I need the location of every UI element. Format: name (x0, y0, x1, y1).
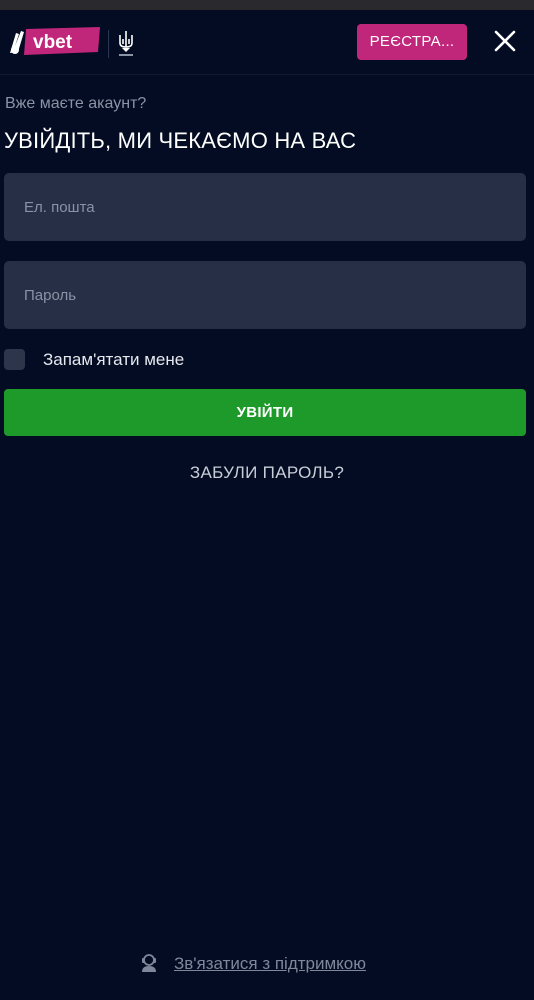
support-link[interactable]: Зв'язатися з підтримкою (140, 951, 410, 977)
trident-emblem-icon (119, 31, 133, 56)
forgot-password-link[interactable]: ЗАБУЛИ ПАРОЛЬ? (0, 462, 534, 484)
logo-divider (108, 30, 109, 58)
email-field[interactable] (4, 173, 526, 241)
register-button[interactable]: РЕЄСТРА... (357, 24, 467, 60)
header: vbet РЕЄСТРА... (0, 10, 534, 75)
browser-top-strip (0, 0, 534, 10)
password-field[interactable] (4, 261, 526, 329)
email-input[interactable] (4, 173, 526, 241)
login-title: УВІЙДІТЬ, МИ ЧЕКАЄМО НА ВАС (4, 128, 357, 153)
remember-me[interactable]: Запам'ятати мене (4, 347, 304, 371)
support-link-label[interactable]: Зв'язатися з підтримкою (174, 953, 366, 975)
remember-checkbox[interactable] (4, 349, 25, 370)
logo-text: vbet (33, 32, 73, 53)
login-subtitle: Вже маєте акаунт? (5, 95, 147, 112)
login-button[interactable]: УВІЙТИ (4, 389, 526, 436)
close-icon[interactable] (488, 24, 522, 58)
remember-label[interactable]: Запам'ятати мене (43, 349, 184, 371)
vbet-logo[interactable]: vbet (6, 26, 102, 56)
support-agent-icon (142, 954, 156, 972)
password-input[interactable] (4, 261, 526, 329)
